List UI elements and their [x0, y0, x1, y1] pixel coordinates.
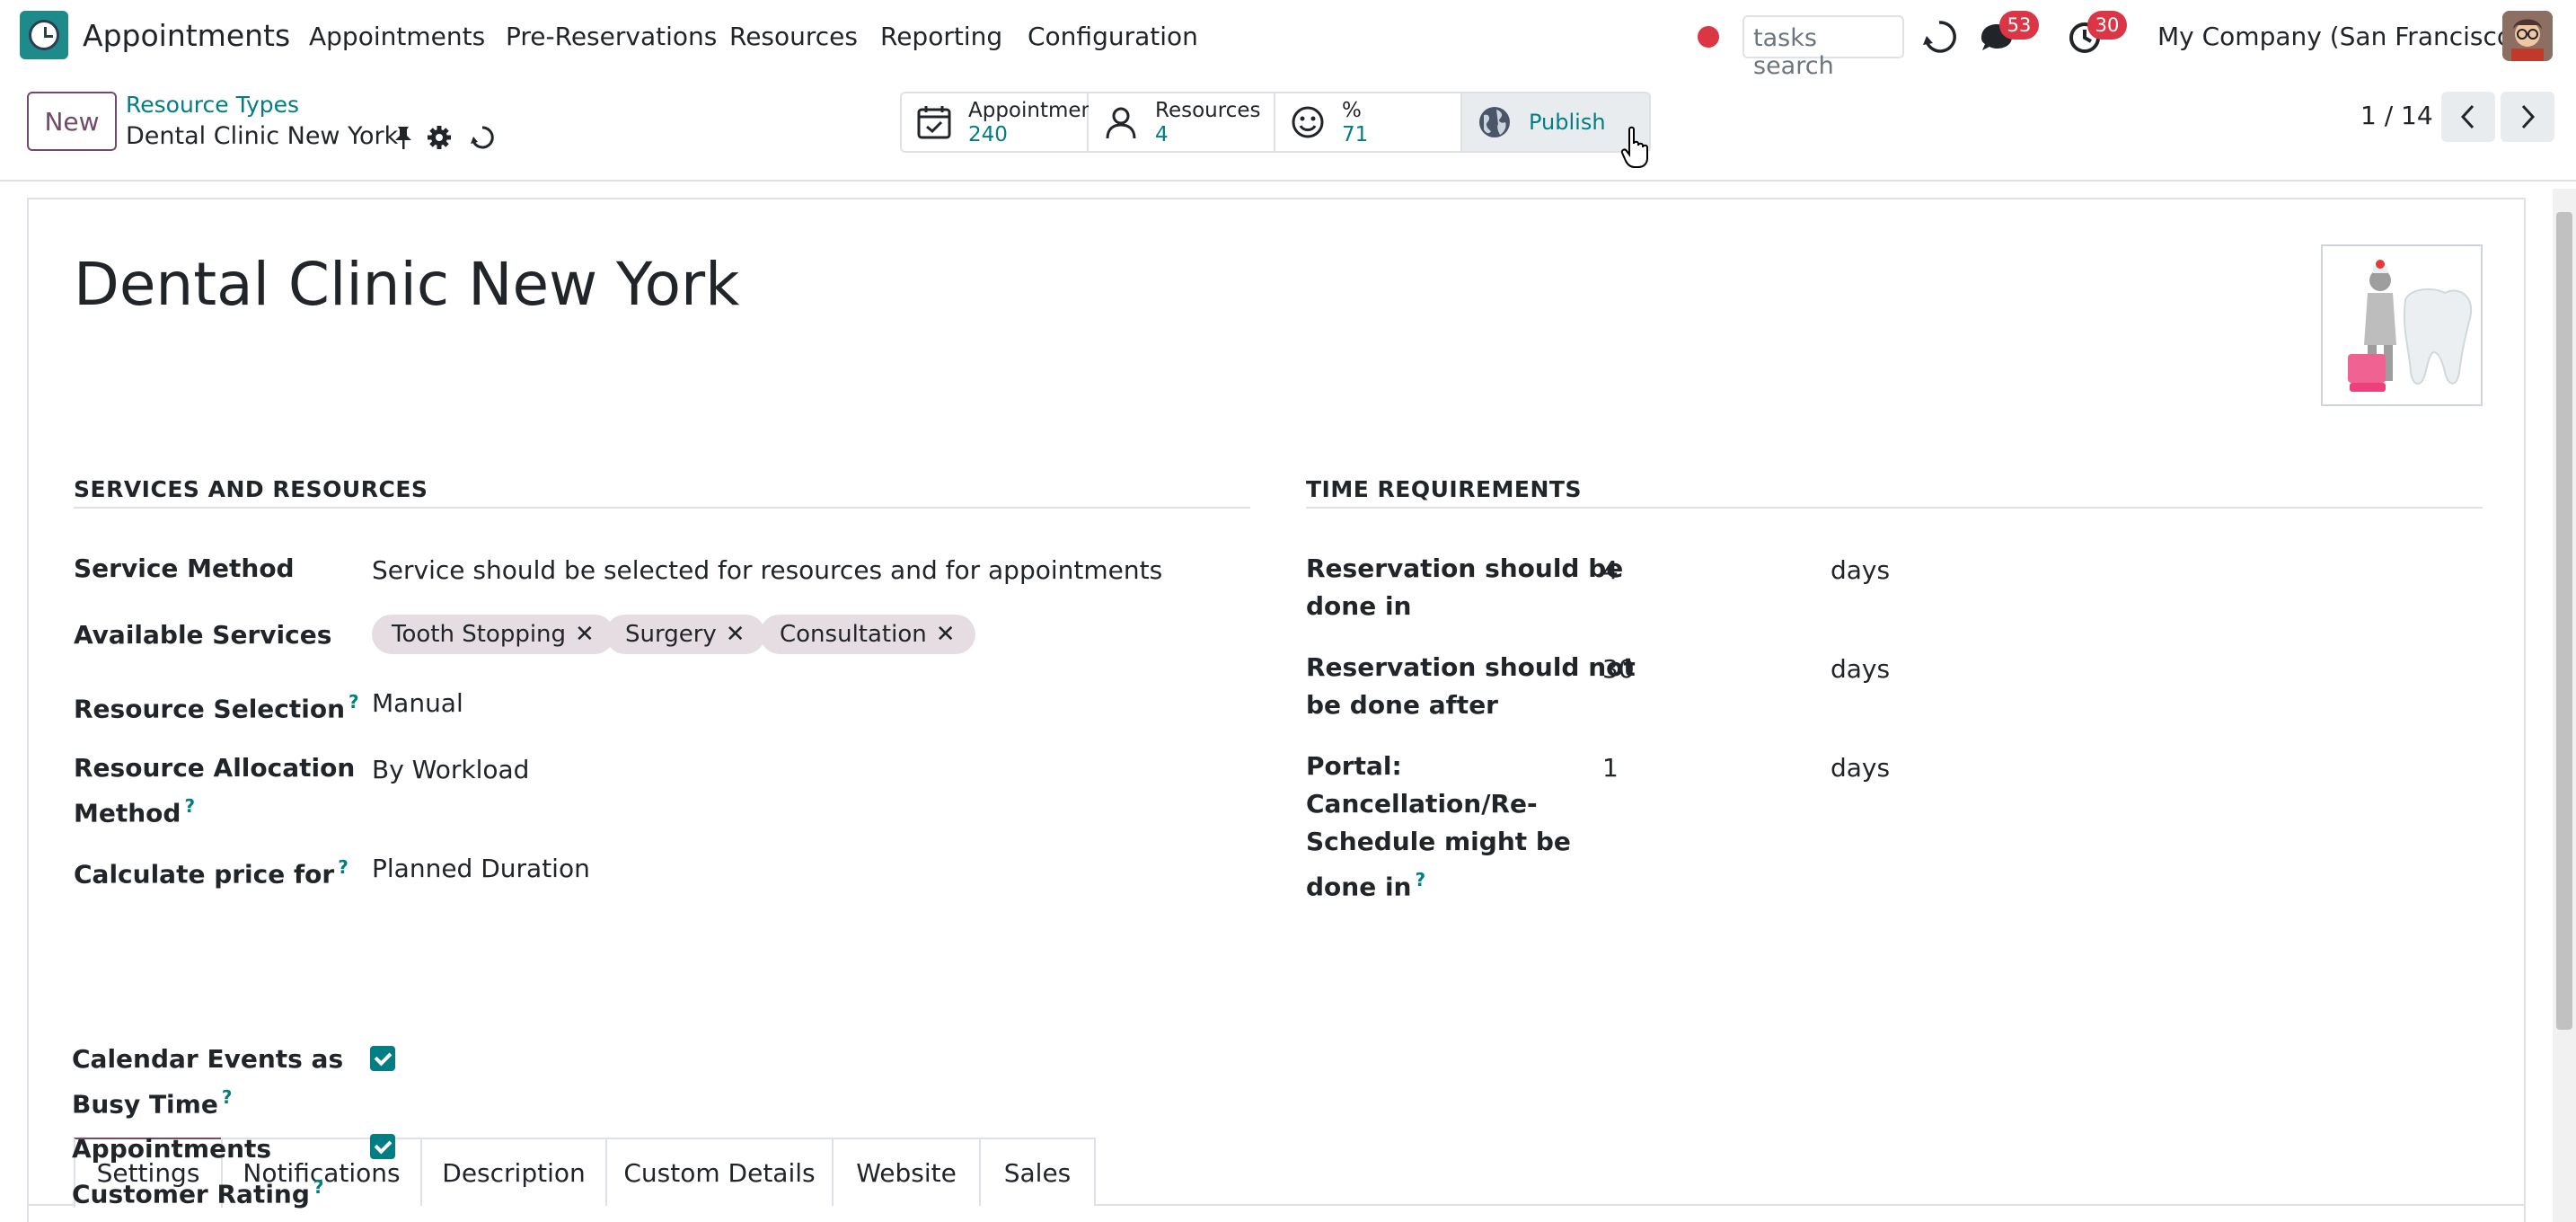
record-title[interactable]: Dental Clinic New York — [74, 250, 739, 319]
breadcrumb-current-record: Dental Clinic New York — [126, 122, 399, 150]
hand-pointer-cursor-icon — [1620, 126, 1648, 168]
service-method-label: Service Method — [74, 553, 295, 583]
pager-next-button[interactable] — [2501, 92, 2554, 142]
help-icon[interactable]: ? — [1415, 869, 1425, 890]
menu-configuration[interactable]: Configuration — [1028, 22, 1198, 51]
appointments-stat-value: 240 — [968, 123, 1008, 146]
tasks-search-input[interactable]: tasks search — [1742, 15, 1904, 80]
service-tag-consultation: Consultation ✕ — [760, 615, 975, 654]
tab-custom-details[interactable]: Custom Details — [605, 1138, 834, 1206]
remove-tag-icon[interactable]: ✕ — [726, 621, 745, 648]
form-sheet: Dental Clinic New York SERVICES AND RESO… — [27, 198, 2526, 1222]
reservation-not-after-value[interactable]: 30 — [1602, 651, 1635, 688]
tab-website[interactable]: Website — [832, 1138, 981, 1206]
time-group-divider — [1306, 507, 2483, 509]
refresh-icon[interactable] — [1920, 18, 1958, 56]
app-title[interactable]: Appointments — [83, 18, 290, 53]
help-icon[interactable]: ? — [313, 1176, 324, 1198]
reservation-done-in-unit: days — [1831, 555, 1891, 585]
services-group-divider — [74, 507, 1250, 509]
pager-value[interactable]: 1 / 14 — [2360, 101, 2433, 130]
help-icon[interactable]: ? — [348, 691, 359, 713]
pin-icon[interactable] — [390, 124, 417, 151]
remove-tag-icon[interactable]: ✕ — [936, 621, 956, 648]
service-tag-text: Tooth Stopping — [392, 621, 567, 648]
calculate-price-label: Calculate price for? — [74, 856, 348, 890]
messages-badge: 53 — [1999, 11, 2039, 40]
reservation-not-after-label: Reservation should not be done after — [1306, 652, 1636, 720]
tab-sales[interactable]: Sales — [979, 1138, 1096, 1206]
service-tag-tooth-stopping: Tooth Stopping ✕ — [372, 615, 614, 654]
resources-stat-value: 4 — [1155, 123, 1169, 146]
globe-icon — [1479, 107, 1510, 137]
menu-appointments[interactable]: Appointments — [309, 22, 485, 51]
remove-tag-icon[interactable]: ✕ — [575, 621, 595, 648]
discard-refresh-icon[interactable] — [469, 124, 496, 151]
control-panel: New Resource Types Dental Clinic New Yor… — [0, 75, 2576, 182]
activities-badge: 30 — [2087, 11, 2127, 40]
service-tag-text: Consultation — [780, 621, 927, 648]
menu-reporting[interactable]: Reporting — [880, 22, 1002, 51]
dentist-tooth-image-icon — [2323, 246, 2481, 404]
rating-stat-value: 71 — [1342, 123, 1369, 146]
service-method-value[interactable]: Service should be selected for resources… — [372, 552, 1162, 589]
services-group-title: SERVICES AND RESOURCES — [74, 476, 428, 502]
resources-stat-label: Resources — [1155, 99, 1261, 122]
time-group-title: TIME REQUIREMENTS — [1306, 476, 1582, 502]
breadcrumb-resource-types[interactable]: Resource Types — [126, 92, 299, 118]
publish-label: Publish — [1529, 110, 1606, 135]
allocation-method-label: Resource Allocation Method? — [74, 753, 356, 828]
gear-icon[interactable] — [426, 124, 453, 151]
chevron-right-icon — [2521, 104, 2536, 129]
smart-buttons: Appointments 240 Resources 4 % 71 Publis… — [900, 92, 1651, 153]
customer-rating-checkbox[interactable] — [370, 1134, 395, 1159]
service-tag-surgery: Surgery ✕ — [605, 615, 765, 654]
portal-cancellation-value[interactable]: 1 — [1602, 749, 1619, 787]
available-services-label: Available Services — [74, 620, 332, 650]
appointments-stat-button[interactable]: Appointments 240 — [902, 93, 1113, 151]
resource-selection-value[interactable]: Manual — [372, 685, 463, 722]
record-image[interactable] — [2321, 244, 2483, 406]
resources-stat-button[interactable]: Resources 4 — [1089, 93, 1275, 151]
pager-previous-button[interactable] — [2441, 92, 2495, 142]
avatar-image-icon — [2502, 11, 2553, 61]
help-icon[interactable]: ? — [222, 1086, 233, 1108]
recording-indicator-icon[interactable] — [1698, 26, 1719, 48]
calculate-price-value[interactable]: Planned Duration — [372, 850, 590, 888]
top-navbar: Appointments Appointments Pre-Reservatio… — [0, 0, 2576, 80]
menu-pre-reservations[interactable]: Pre-Reservations — [506, 22, 717, 51]
busy-time-checkbox[interactable] — [370, 1046, 395, 1071]
resource-selection-label: Resource Selection? — [74, 691, 359, 724]
reservation-done-in-label: Reservation should be done in — [1306, 553, 1624, 621]
reservation-not-after-unit: days — [1831, 654, 1891, 684]
allocation-method-value[interactable]: By Workload — [372, 751, 529, 789]
rating-stat-label: % — [1342, 99, 1362, 122]
rating-stat-button[interactable]: % 71 — [1275, 93, 1462, 151]
service-tag-text: Surgery — [625, 621, 717, 648]
menu-resources[interactable]: Resources — [729, 22, 858, 51]
smiley-icon — [1292, 106, 1324, 138]
calendar-check-icon — [917, 106, 951, 139]
help-icon[interactable]: ? — [338, 856, 348, 878]
portal-cancellation-label: Portal: Cancellation/Re- Schedule might … — [1306, 751, 1571, 902]
busy-time-label: Calendar Events as Busy Time? — [72, 1044, 344, 1120]
help-icon[interactable]: ? — [184, 795, 195, 817]
customer-rating-label: Appointments Customer Rating? — [72, 1134, 324, 1209]
tab-description[interactable]: Description — [420, 1138, 607, 1206]
new-button[interactable]: New — [27, 92, 117, 151]
scrollbar[interactable] — [2553, 189, 2576, 1222]
app-logo-icon[interactable] — [20, 11, 68, 59]
scrollbar-thumb[interactable] — [2556, 212, 2572, 1030]
chevron-left-icon — [2460, 104, 2475, 129]
user-avatar[interactable] — [2502, 11, 2553, 61]
user-icon — [1106, 107, 1136, 139]
portal-cancellation-unit: days — [1831, 753, 1891, 783]
company-switcher[interactable]: My Company (San Francisco) — [2157, 22, 2522, 51]
reservation-done-in-value[interactable]: 4 — [1602, 552, 1619, 589]
